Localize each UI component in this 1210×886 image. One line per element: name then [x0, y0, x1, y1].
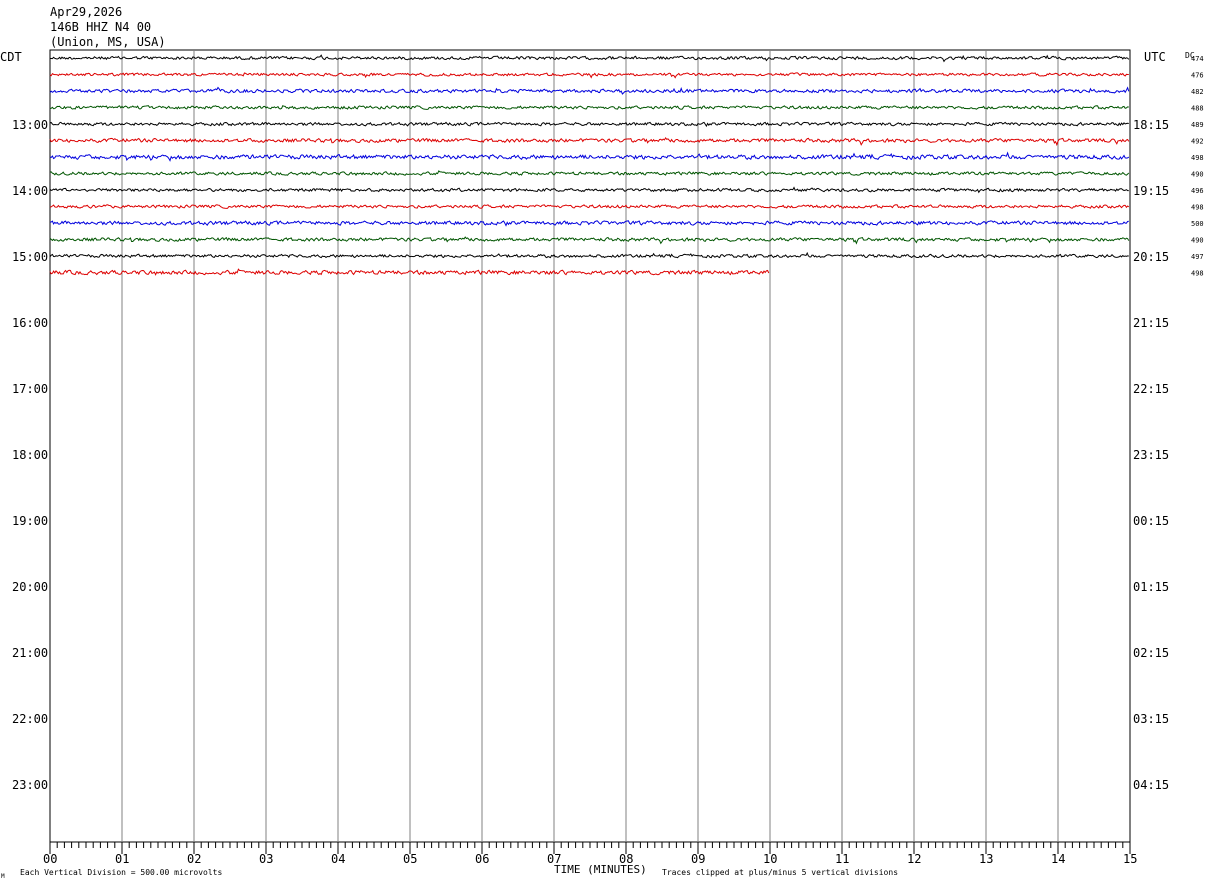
dc-value-label: 496: [1191, 187, 1204, 195]
x-tick-label: 03: [259, 852, 273, 866]
dc-value-label: 482: [1191, 88, 1204, 96]
x-tick-label: 12: [907, 852, 921, 866]
trace-line: [49, 186, 1129, 194]
helicorder-plot: Apr29,2026 146B HHZ N4 00 (Union, MS, US…: [0, 5, 1204, 880]
x-tick-label: 02: [187, 852, 201, 866]
trace-line: [49, 236, 1130, 245]
x-tick-label: 00: [43, 852, 57, 866]
right-hour-label: 21:15: [1133, 316, 1169, 330]
x-axis-title: TIME (MINUTES): [554, 863, 647, 876]
dc-value-label: 490: [1191, 171, 1204, 179]
location-label: (Union, MS, USA): [50, 35, 166, 49]
x-tick-label: 10: [763, 852, 777, 866]
trace-line: [49, 220, 1129, 227]
clip-note: Traces clipped at plus/minus 5 vertical …: [662, 868, 898, 877]
dc-value-label: 497: [1191, 253, 1204, 261]
left-hour-label: 16:00: [12, 316, 48, 330]
trace-line: [49, 54, 1130, 63]
right-hour-label: 19:15: [1133, 184, 1169, 198]
plot-frame: [49, 49, 1131, 843]
dc-value-label: 488: [1191, 105, 1204, 113]
x-tick-label: 09: [691, 852, 705, 866]
dc-value-label: 474: [1191, 55, 1204, 63]
seismic-traces: [49, 54, 1130, 276]
right-hour-label: 03:15: [1133, 712, 1169, 726]
right-hour-label: 18:15: [1133, 118, 1169, 132]
dc-value-label: 498: [1191, 154, 1204, 162]
x-tick-label: 01: [115, 852, 129, 866]
right-hour-label: 04:15: [1133, 778, 1169, 792]
left-hour-label: 23:00: [12, 778, 48, 792]
x-tick-label: 06: [475, 852, 489, 866]
x-tick-label: 13: [979, 852, 993, 866]
dc-value-label: 490: [1191, 237, 1204, 245]
left-hour-label: 22:00: [12, 712, 48, 726]
trace-line: [49, 105, 1129, 110]
right-hour-label: 01:15: [1133, 580, 1169, 594]
left-hour-label: 21:00: [12, 646, 48, 660]
trace-line: [49, 170, 1130, 177]
dc-value-label: 498: [1191, 204, 1204, 212]
left-hour-labels: 13:00 14:00 15:00 16:00 17:00 18:00 19:00 20:00…: [12, 118, 48, 792]
left-hour-label: 19:00: [12, 514, 48, 528]
trace-line: [49, 136, 1130, 147]
right-timezone-label: UTC: [1144, 50, 1166, 64]
left-hour-label: 17:00: [12, 382, 48, 396]
dc-value-label: 500: [1191, 220, 1204, 228]
division-note: Each Vertical Division = 500.00 microvol…: [20, 868, 222, 877]
x-tick-label: 14: [1051, 852, 1065, 866]
dc-value-label: 476: [1191, 72, 1204, 80]
left-hour-label: 14:00: [12, 184, 48, 198]
station-label: 146B HHZ N4 00: [50, 20, 151, 34]
right-hour-label: 20:15: [1133, 250, 1169, 264]
left-timezone-label: CDT: [0, 50, 22, 64]
right-hour-label: 23:15: [1133, 448, 1169, 462]
dc-value-label: 492: [1191, 138, 1204, 146]
trace-line: [49, 121, 1129, 128]
x-tick-label: 04: [331, 852, 345, 866]
left-hour-label: 18:00: [12, 448, 48, 462]
right-hour-label: 00:15: [1133, 514, 1169, 528]
x-tick-label: 15: [1123, 852, 1137, 866]
dc-value-label: 498: [1191, 270, 1204, 278]
left-hour-label: 13:00: [12, 118, 48, 132]
trace-line: [49, 72, 1129, 79]
right-hour-label: 22:15: [1133, 382, 1169, 396]
trace-line: [49, 86, 1130, 95]
date-label: Apr29,2026: [50, 5, 122, 19]
left-hour-label: 20:00: [12, 580, 48, 594]
trace-line: [49, 151, 1130, 162]
minute-gridlines: [121, 50, 1059, 842]
x-tick-label: 05: [403, 852, 417, 866]
right-hour-labels: 18:15 19:15 20:15 21:15 22:15 23:15 00:15 01:15…: [1133, 118, 1169, 792]
trace-line: [49, 268, 770, 276]
trace-line: [49, 204, 1130, 209]
dc-offset-labels: 474 476 482 488 489 492 498 490 496 498 500 490 497 4…: [1191, 55, 1204, 278]
corner-mark: M: [1, 873, 5, 880]
dc-value-label: 489: [1191, 121, 1204, 129]
x-tick-label: 11: [835, 852, 849, 866]
left-hour-label: 15:00: [12, 250, 48, 264]
right-hour-label: 02:15: [1133, 646, 1169, 660]
trace-line: [49, 251, 1129, 259]
